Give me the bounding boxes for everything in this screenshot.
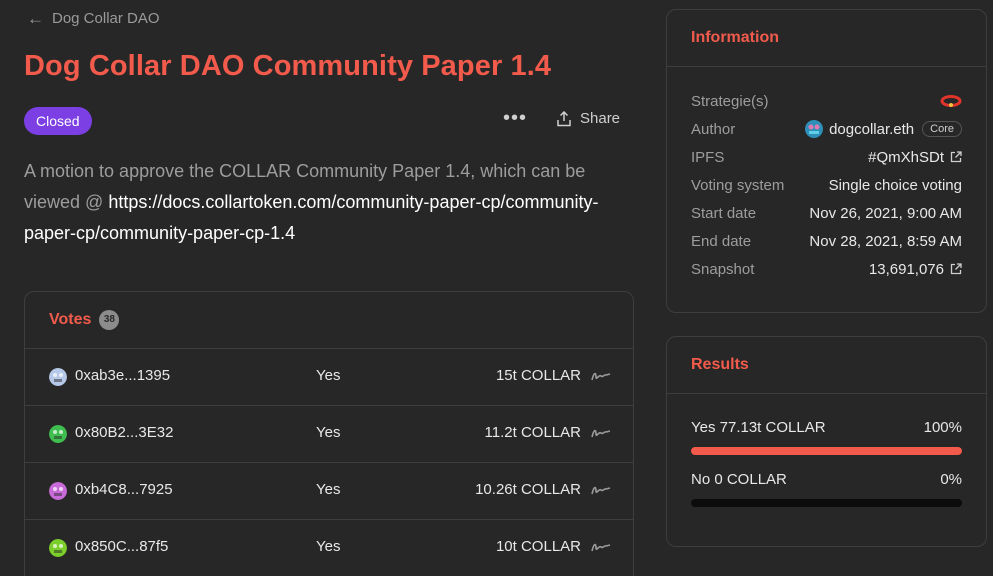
proposal-description: A motion to approve the COLLAR Community… — [24, 156, 634, 249]
more-button[interactable]: ••• — [503, 108, 527, 128]
voter-address[interactable]: 0x850C...87f5 — [75, 538, 168, 555]
vote-amount: 15t COLLAR — [495, 367, 581, 384]
signature-icon[interactable] — [591, 368, 611, 384]
start-date-label: Start date — [691, 204, 757, 222]
core-badge: Core — [922, 121, 962, 137]
vote-amount: 10.26t COLLAR — [475, 481, 581, 498]
result-no-label: No 0 COLLAR — [691, 471, 787, 488]
result-yes-bar — [691, 447, 962, 455]
snapshot-link[interactable]: 13,691,076 — [869, 261, 962, 278]
strategies-value[interactable] — [940, 94, 962, 108]
votes-title: Votes — [49, 311, 92, 328]
results-panel: Results Yes 77.13t COLLAR 100% No 0 COLL… — [666, 336, 987, 547]
info-row-snapshot: Snapshot 13,691,076 — [691, 258, 962, 280]
start-date-value: Nov 26, 2021, 9:00 AM — [809, 204, 962, 222]
voting-system-label: Voting system — [691, 176, 785, 194]
result-row-no: No 0 COLLAR 0% — [691, 471, 962, 488]
information-title: Information — [667, 10, 986, 67]
voter-address[interactable]: 0xb4C8...7925 — [75, 481, 173, 498]
share-icon — [557, 110, 571, 126]
external-link-icon — [950, 263, 962, 275]
voter-avatar-icon — [49, 368, 67, 386]
signature-icon[interactable] — [591, 425, 611, 441]
status-badge: Closed — [24, 107, 92, 135]
back-link[interactable]: ← Dog Collar DAO — [27, 10, 160, 27]
end-date-value: Nov 28, 2021, 8:59 AM — [809, 232, 962, 250]
vote-choice: Yes — [316, 481, 341, 498]
vote-choice: Yes — [316, 538, 341, 555]
votes-count-badge: 38 — [99, 310, 120, 330]
vote-row: 0xab3e...1395 Yes 15t COLLAR — [25, 349, 633, 406]
voter-address[interactable]: 0xab3e...1395 — [75, 367, 170, 384]
result-yes-label: Yes 77.13t COLLAR — [691, 419, 826, 436]
external-link-icon — [950, 151, 962, 163]
vote-row: 0x80B2...3E32 Yes 11.2t COLLAR — [25, 406, 633, 463]
voter-avatar-icon — [49, 425, 67, 443]
signature-icon[interactable] — [591, 482, 611, 498]
info-row-strategies: Strategie(s) — [691, 90, 962, 112]
description-link[interactable]: https://docs.collartoken.com/community-p… — [24, 192, 599, 243]
author-value[interactable]: dogcollar.eth Core — [805, 120, 962, 138]
author-name: dogcollar.eth — [829, 120, 915, 138]
snapshot-label: Snapshot — [691, 260, 755, 278]
info-row-author: Author dogcollar.eth Core — [691, 118, 962, 140]
votes-header: Votes 38 — [25, 292, 633, 349]
vote-row: 0x850C...87f5 Yes 10t COLLAR — [25, 520, 633, 576]
ipfs-label: IPFS — [691, 148, 725, 166]
author-avatar-icon — [805, 120, 824, 138]
voter-address[interactable]: 0x80B2...3E32 — [75, 424, 173, 441]
result-yes-percent: 100% — [923, 419, 962, 436]
vote-amount: 10t COLLAR — [495, 538, 581, 555]
vote-row: 0xb4C8...7925 Yes 10.26t COLLAR — [25, 463, 633, 520]
share-button[interactable]: Share — [556, 110, 620, 127]
snapshot-value: 13,691,076 — [868, 260, 944, 278]
result-yes-bar-fill — [691, 447, 962, 455]
page-title: Dog Collar DAO Community Paper 1.4 — [24, 50, 552, 82]
ipfs-value: #QmXhSDt — [868, 148, 944, 166]
info-row-start-date: Start date Nov 26, 2021, 9:00 AM — [691, 202, 962, 224]
strategies-label: Strategie(s) — [691, 92, 769, 110]
signature-icon[interactable] — [591, 539, 611, 555]
info-row-voting-system: Voting system Single choice voting — [691, 174, 962, 196]
results-title: Results — [667, 337, 986, 394]
more-icon: ••• — [503, 107, 528, 129]
voter-avatar-icon — [49, 482, 67, 500]
info-row-end-date: End date Nov 28, 2021, 8:59 AM — [691, 230, 962, 252]
end-date-label: End date — [691, 232, 752, 250]
arrow-left-icon: ← — [27, 9, 44, 28]
result-no-percent: 0% — [940, 471, 962, 488]
information-panel: Information Strategie(s) Author dogcolla… — [666, 9, 987, 313]
result-no-bar — [691, 499, 962, 507]
voter-avatar-icon — [49, 539, 67, 557]
info-row-ipfs: IPFS #QmXhSDt — [691, 146, 962, 168]
author-label: Author — [691, 120, 736, 138]
share-label: Share — [580, 110, 621, 127]
votes-panel: Votes 38 0xab3e...1395 Yes 15t COLLAR 0x80B… — [24, 291, 634, 576]
vote-amount: 11.2t COLLAR — [484, 424, 581, 441]
voting-system-value: Single choice voting — [828, 176, 962, 194]
vote-choice: Yes — [316, 367, 341, 384]
vote-choice: Yes — [316, 424, 341, 441]
result-row-yes: Yes 77.13t COLLAR 100% — [691, 419, 962, 436]
ipfs-link[interactable]: #QmXhSDt — [868, 149, 962, 166]
strategy-token-icon — [940, 95, 962, 107]
back-link-label: Dog Collar DAO — [52, 10, 160, 27]
